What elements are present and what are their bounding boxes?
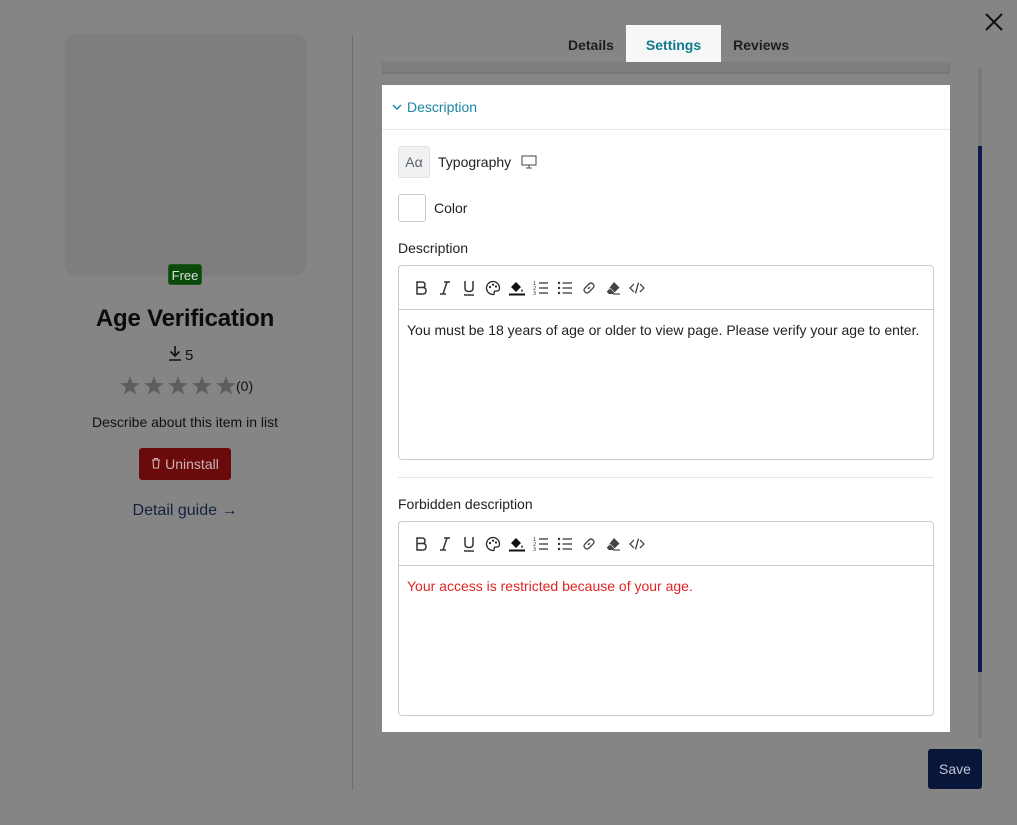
bold-icon[interactable]: [411, 534, 431, 554]
close-icon[interactable]: [982, 10, 1006, 34]
star-icon: [118, 375, 142, 397]
forbidden-description-label: Forbidden description: [398, 496, 533, 512]
star-icon: [166, 375, 190, 397]
ordered-list-icon[interactable]: 123: [531, 534, 551, 554]
downloads: 5: [168, 345, 193, 365]
svg-text:3: 3: [533, 547, 536, 552]
palette-icon[interactable]: [483, 534, 503, 554]
detail-guide-link[interactable]: Detail guide →: [0, 502, 370, 520]
forbidden-label-row: Forbidden description: [398, 496, 533, 512]
app-thumbnail: [66, 34, 305, 273]
uninstall-label: Uninstall: [165, 456, 219, 472]
tab-reviews[interactable]: Reviews: [721, 25, 801, 62]
link-icon[interactable]: [579, 278, 599, 298]
italic-icon[interactable]: [435, 534, 455, 554]
description-editor: 123 You must be 18 years of age or older…: [398, 265, 934, 460]
bullet-list-icon[interactable]: [555, 278, 575, 298]
ordered-list-icon[interactable]: 123: [531, 278, 551, 298]
app-info-panel: Free Age Verification 5 (0) Describe abo…: [0, 0, 352, 825]
rating-count: (0): [236, 378, 254, 394]
fill-color-icon[interactable]: [507, 534, 527, 554]
rating: (0): [118, 374, 253, 398]
fill-color-icon[interactable]: [507, 278, 527, 298]
color-row: Color: [398, 194, 467, 222]
typography-icon: Aα: [405, 154, 423, 170]
previous-section-edge: [382, 62, 950, 74]
link-icon[interactable]: [579, 534, 599, 554]
star-icon: [214, 375, 238, 397]
editor-toolbar: 123: [399, 266, 933, 310]
uninstall-button[interactable]: Uninstall: [139, 448, 231, 480]
description-editor-content[interactable]: You must be 18 years of age or older to …: [399, 310, 933, 350]
eraser-icon[interactable]: [603, 534, 623, 554]
free-badge: Free: [168, 264, 202, 285]
download-count: 5: [185, 346, 194, 364]
typography-button[interactable]: Aα: [398, 146, 430, 178]
app-title: Age Verification: [95, 305, 275, 332]
section-divider: [398, 477, 934, 478]
vertical-divider: [352, 35, 353, 790]
tab-settings[interactable]: Settings: [625, 25, 722, 62]
typography-label: Typography: [438, 154, 512, 170]
description-label-row: Description: [398, 240, 468, 256]
tab-details[interactable]: Details: [556, 25, 626, 62]
palette-icon[interactable]: [483, 278, 503, 298]
underline-icon[interactable]: [459, 278, 479, 298]
color-label: Color: [434, 200, 468, 216]
eraser-icon[interactable]: [603, 278, 623, 298]
section-title: Description: [407, 99, 478, 115]
code-icon[interactable]: [627, 534, 647, 554]
download-icon: [168, 345, 182, 365]
forbidden-description-editor: 123 Your access is restricted because of…: [398, 521, 934, 716]
scrollbar-thumb[interactable]: [978, 146, 982, 672]
svg-text:3: 3: [533, 291, 536, 296]
bullet-list-icon[interactable]: [555, 534, 575, 554]
underline-icon[interactable]: [459, 534, 479, 554]
settings-panel: Description Aα Typography Color Descript…: [382, 85, 950, 732]
chevron-down-icon: [391, 99, 403, 115]
editor-toolbar: 123: [399, 522, 933, 566]
code-icon[interactable]: [627, 278, 647, 298]
trash-icon: [151, 456, 161, 472]
description-section-header[interactable]: Description: [382, 85, 950, 130]
typography-row: Aα Typography: [398, 146, 537, 178]
app-description: Describe about this item in list: [92, 414, 278, 430]
bold-icon[interactable]: [411, 278, 431, 298]
forbidden-editor-content[interactable]: Your access is restricted because of you…: [399, 566, 933, 606]
description-label: Description: [398, 240, 469, 256]
tab-bar: Details Settings Reviews: [556, 25, 801, 62]
desktop-icon[interactable]: [521, 155, 537, 169]
save-button[interactable]: Save: [928, 749, 982, 789]
star-icon: [142, 375, 166, 397]
italic-icon[interactable]: [435, 278, 455, 298]
star-icon: [190, 375, 214, 397]
color-swatch[interactable]: [398, 194, 426, 222]
